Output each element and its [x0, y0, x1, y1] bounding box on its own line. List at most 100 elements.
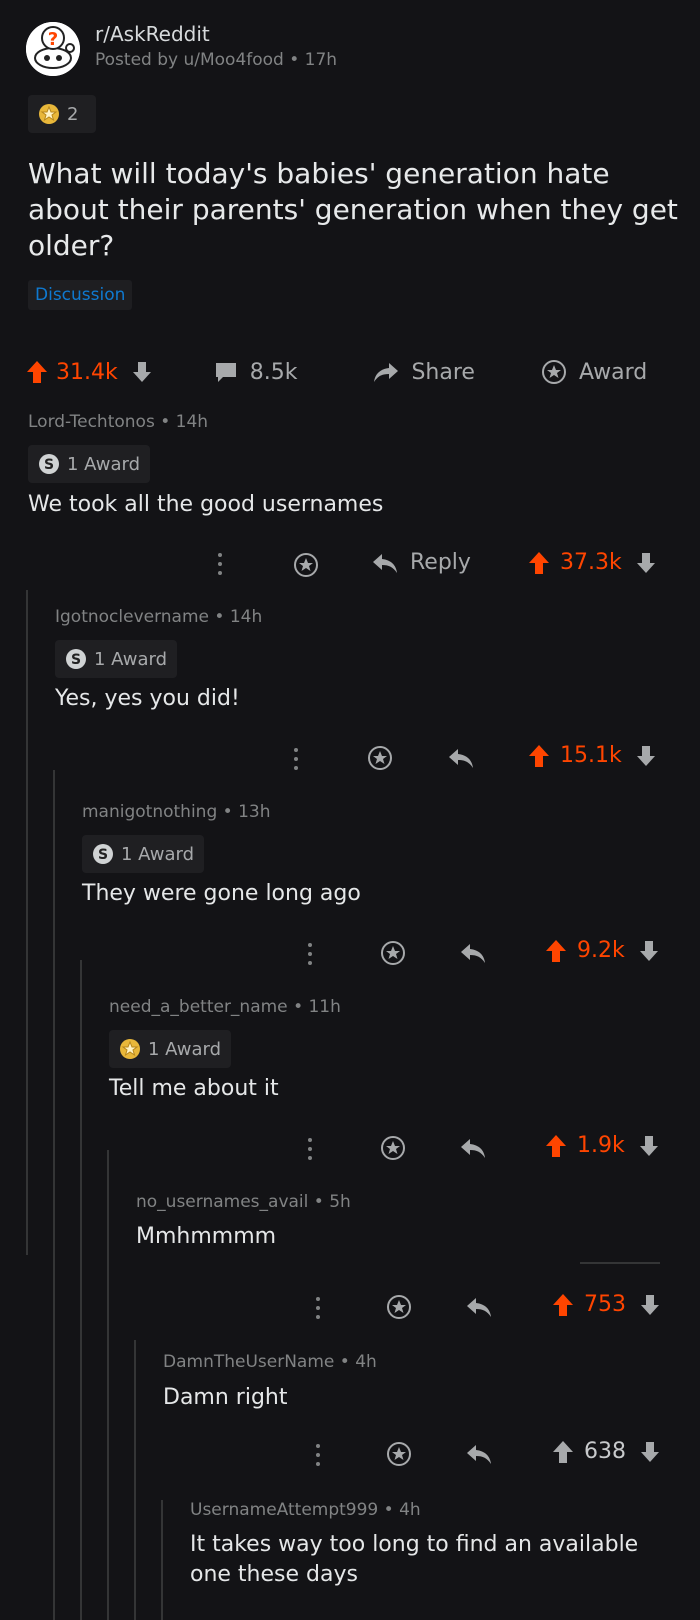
- award-icon[interactable]: [541, 359, 567, 385]
- downvote-icon[interactable]: [639, 1135, 659, 1157]
- upvote-icon[interactable]: [552, 1440, 574, 1464]
- comment-vote: 15.1k: [528, 743, 656, 768]
- comment-vote: 37.3k: [528, 550, 656, 575]
- reply-label: Reply: [410, 550, 471, 575]
- comment-award-label: 1 Award: [94, 648, 168, 670]
- comment-award[interactable]: S 1 Award: [55, 640, 178, 678]
- comment-vote: 638: [552, 1439, 660, 1464]
- comment-author[interactable]: DamnTheUserName • 4h: [163, 1352, 377, 1372]
- gold-award-icon: [39, 104, 59, 124]
- reply-icon[interactable]: [460, 942, 486, 964]
- share-button[interactable]: Share: [411, 360, 475, 385]
- comment-award[interactable]: 1 Award: [109, 1030, 232, 1068]
- more-options-icon[interactable]: [315, 1444, 321, 1466]
- comment-score: 753: [584, 1292, 626, 1317]
- svg-text:S: S: [98, 847, 108, 863]
- award-icon[interactable]: [380, 1135, 406, 1161]
- gold-award-icon: [120, 1039, 140, 1059]
- comment-author[interactable]: manigotnothing • 13h: [82, 802, 271, 822]
- more-options-icon[interactable]: [293, 748, 299, 770]
- comment-text: It takes way too long to find an availab…: [190, 1532, 639, 1587]
- thread-line-1[interactable]: [26, 590, 28, 1255]
- downvote-icon[interactable]: [636, 552, 656, 574]
- comment-icon[interactable]: [214, 361, 238, 383]
- upvote-icon[interactable]: [552, 1293, 574, 1317]
- upvote-icon[interactable]: [545, 939, 567, 963]
- downvote-icon[interactable]: [636, 745, 656, 767]
- downvote-icon[interactable]: [640, 1441, 660, 1463]
- award-icon[interactable]: [293, 552, 319, 578]
- more-options-icon[interactable]: [307, 943, 313, 965]
- silver-award-icon: S: [93, 844, 113, 864]
- svg-text:?: ?: [48, 29, 58, 50]
- silver-award-icon: S: [39, 454, 59, 474]
- comment-text: Yes, yes you did!: [55, 686, 240, 711]
- comment-text: They were gone long ago: [82, 881, 361, 906]
- share-icon[interactable]: [373, 361, 399, 383]
- award-icon[interactable]: [386, 1294, 412, 1320]
- comment-vote: 1.9k: [545, 1133, 659, 1158]
- comment-award[interactable]: S 1 Award: [28, 445, 151, 483]
- comment-author[interactable]: Igotnoclevername • 14h: [55, 607, 262, 627]
- post-comment-count[interactable]: 8.5k: [250, 360, 298, 385]
- downvote-icon[interactable]: [640, 1294, 660, 1316]
- comment-text: Damn right: [163, 1385, 288, 1410]
- post-awards[interactable]: 2: [28, 95, 96, 133]
- divider-fragment: [580, 1262, 660, 1264]
- thread-line-6[interactable]: [161, 1500, 163, 1620]
- thread-line-3[interactable]: [80, 960, 82, 1620]
- comment-vote: 9.2k: [545, 938, 659, 963]
- comment-award[interactable]: S 1 Award: [82, 835, 205, 873]
- post-award-count: 2: [67, 103, 79, 125]
- comment-score: 638: [584, 1439, 626, 1464]
- svg-text:S: S: [44, 457, 54, 473]
- upvote-icon[interactable]: [545, 1134, 567, 1158]
- comment-award-label: 1 Award: [121, 843, 195, 865]
- post-action-bar: 31.4k 8.5k Share Award: [26, 354, 676, 390]
- award-icon[interactable]: [386, 1441, 412, 1467]
- subreddit-avatar[interactable]: ?: [26, 22, 80, 76]
- comment-score: 9.2k: [577, 938, 625, 963]
- comment-author[interactable]: UsernameAttempt999 • 4h: [190, 1500, 421, 1520]
- comment-award-label: 1 Award: [148, 1038, 222, 1060]
- upvote-icon[interactable]: [26, 360, 48, 384]
- reply-icon[interactable]: [466, 1296, 492, 1318]
- post-flair[interactable]: Discussion: [28, 280, 133, 310]
- more-options-icon[interactable]: [307, 1138, 313, 1160]
- reply-icon[interactable]: [466, 1443, 492, 1465]
- upvote-icon[interactable]: [528, 744, 550, 768]
- award-icon[interactable]: [380, 940, 406, 966]
- comment-text: Mmhmmmm: [136, 1224, 277, 1249]
- reply-button[interactable]: Reply: [372, 550, 471, 575]
- comment-author[interactable]: Lord-Techtonos • 14h: [28, 412, 208, 432]
- upvote-icon[interactable]: [528, 551, 550, 575]
- more-options-icon[interactable]: [217, 553, 223, 575]
- comment-score: 15.1k: [560, 743, 622, 768]
- reply-icon: [373, 553, 397, 573]
- comment-author[interactable]: no_usernames_avail • 5h: [136, 1192, 351, 1212]
- thread-line-4[interactable]: [107, 1150, 109, 1620]
- svg-text:S: S: [71, 652, 81, 668]
- downvote-icon[interactable]: [639, 940, 659, 962]
- award-button[interactable]: Award: [579, 360, 647, 385]
- silver-award-icon: S: [66, 649, 86, 669]
- post-meta: Posted by u/Moo4food • 17h: [95, 50, 338, 70]
- thread-line-2[interactable]: [53, 770, 55, 1620]
- post-vote-count: 31.4k: [56, 359, 118, 385]
- award-icon[interactable]: [367, 745, 393, 771]
- subreddit-name[interactable]: r/AskReddit: [95, 22, 210, 46]
- reply-icon[interactable]: [448, 747, 474, 769]
- thread-line-5[interactable]: [134, 1340, 136, 1620]
- comment-text: We took all the good usernames: [28, 492, 384, 517]
- comment-score: 1.9k: [577, 1133, 625, 1158]
- askreddit-logo-icon: ?: [26, 22, 80, 76]
- reply-icon[interactable]: [460, 1137, 486, 1159]
- comment-author[interactable]: need_a_better_name • 11h: [109, 997, 341, 1017]
- comment-text: Tell me about it: [109, 1076, 279, 1101]
- more-options-icon[interactable]: [315, 1297, 321, 1319]
- comment-award-label: 1 Award: [67, 453, 141, 475]
- comment-vote: 753: [552, 1292, 660, 1317]
- downvote-icon[interactable]: [132, 361, 152, 383]
- post-title: What will today's babies' generation hat…: [28, 157, 678, 262]
- comment-score: 37.3k: [560, 550, 622, 575]
